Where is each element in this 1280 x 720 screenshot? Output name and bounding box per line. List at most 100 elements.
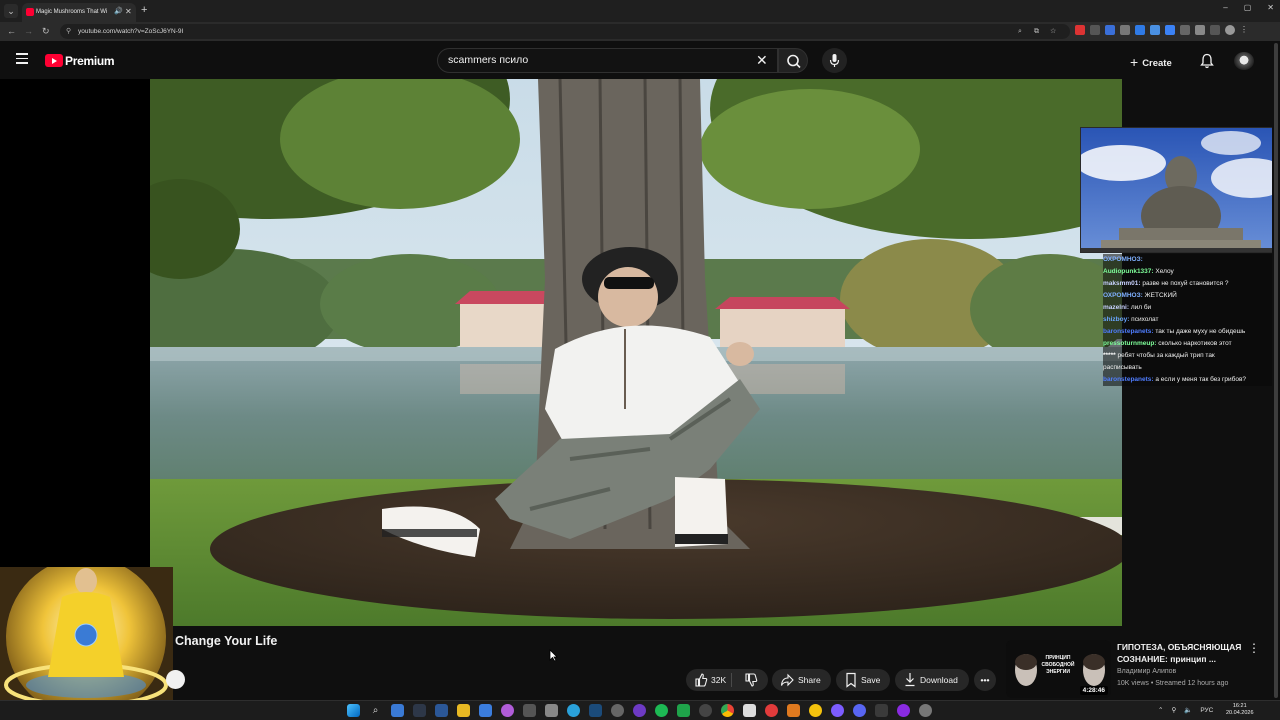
browser-menu-icon[interactable]: ⋮ [1240,25,1250,35]
volume-icon[interactable]: 🔈 [1184,705,1192,716]
address-bar[interactable]: ⚲ youtube.com/watch?v=ZoScJ6YN-9I ⌕ ⧉ ☆ [60,24,1070,39]
recommendation-channel[interactable]: Владимир Алипов [1117,668,1176,675]
browser-tab[interactable]: Magic Mushrooms That Wi 🔊 ✕ [22,3,136,22]
extension-icon[interactable] [1180,25,1190,35]
channel-avatar[interactable] [166,670,185,689]
minimize-button[interactable]: – [1223,3,1227,12]
app-icon[interactable] [545,704,558,717]
new-tab-button[interactable]: + [141,3,147,17]
chrome-icon[interactable] [721,704,734,717]
puzzle-icon[interactable] [1195,25,1205,35]
video-scene-image [150,79,1122,626]
search-box[interactable]: scammers псило ✕ [437,48,778,73]
widgets-icon[interactable] [391,704,404,717]
extension-icon[interactable] [1165,25,1175,35]
app-icon[interactable] [743,704,756,717]
zoom-icon[interactable]: ⌕ [1018,26,1022,37]
taskbar-clock[interactable]: 16:21 20.04.2026 [1226,703,1254,717]
clear-search-icon[interactable]: ✕ [756,52,768,68]
extension-icon[interactable] [1150,25,1160,35]
like-count[interactable]: 32K [711,669,726,691]
file-explorer-icon[interactable] [457,704,470,717]
maximize-button[interactable]: ▢ [1244,3,1252,12]
save-button[interactable]: Save [836,669,890,691]
tab-search-chevron-icon[interactable]: ⌄ [4,4,18,18]
extension-icon[interactable] [1120,25,1130,35]
taskbar-apps: ⌕ [347,704,932,717]
search-icon [787,54,801,69]
extension-icon[interactable] [1090,25,1100,35]
profile-icon[interactable] [1225,25,1235,35]
notifications-bell-icon[interactable] [1200,53,1214,74]
chat-username: baronstepanets: [1103,376,1156,383]
back-arrow-icon[interactable]: ← [7,25,16,37]
sidebar-icon[interactable] [1210,25,1220,35]
chat-username: ОХРОМНОЗ: [1103,292,1145,299]
app-icon[interactable] [809,704,822,717]
extension-icon[interactable] [1105,25,1115,35]
discord-icon[interactable] [853,704,866,717]
voice-search-button[interactable] [822,48,847,73]
network-icon[interactable]: ⚲ [1171,705,1176,716]
close-window-button[interactable]: ✕ [1267,3,1274,12]
tray-chevron-icon[interactable]: ⌃ [1158,705,1163,716]
recommendation-meta: 10K views • Streamed 12 hours ago [1117,680,1229,687]
language-indicator[interactable]: РУС [1200,705,1213,716]
video-frame[interactable] [150,79,1122,626]
reload-icon[interactable]: ↻ [42,25,50,37]
app-icon[interactable] [699,704,712,717]
forward-arrow-icon[interactable]: → [24,25,33,37]
search-input[interactable]: scammers псило [448,54,528,66]
chat-text: лил би [1130,304,1152,311]
app-icon[interactable] [897,704,910,717]
clock-time: 16:21 [1232,703,1247,709]
app-icon[interactable] [435,704,448,717]
app-icon[interactable] [765,704,778,717]
page-scrollbar[interactable] [1272,41,1280,700]
cast-icon[interactable]: ⧉ [1034,26,1039,37]
thumbs-up-icon[interactable] [694,669,708,699]
app-icon[interactable] [677,704,690,717]
tab-title: Magic Mushrooms That Wi [36,9,108,15]
browser-toolbar: ← → ↻ ⚲ youtube.com/watch?v=ZoScJ6YN-9I … [0,22,1280,41]
more-actions-button[interactable]: ••• [974,669,996,691]
settings-gear-icon[interactable] [919,704,932,717]
app-icon[interactable] [633,704,646,717]
app-icon[interactable] [523,704,536,717]
thumbs-down-icon[interactable] [744,669,758,699]
extension-icon[interactable] [1135,25,1145,35]
youtube-logo-icon[interactable] [45,54,63,67]
windows-start-icon[interactable] [347,704,360,717]
extension-icon[interactable] [1075,25,1085,35]
hamburger-menu-icon[interactable] [16,53,28,64]
search-icon[interactable]: ⌕ [369,704,382,717]
site-info-icon[interactable]: ⚲ [66,26,71,37]
tab-close-icon[interactable]: ✕ [125,6,132,18]
app-icon[interactable] [501,704,514,717]
mouse-cursor-icon [549,649,558,662]
create-button[interactable]: + Create [1130,51,1172,71]
telegram-icon[interactable] [567,704,580,717]
share-button[interactable]: Share [772,669,831,691]
steam-icon[interactable] [589,704,602,717]
download-button[interactable]: Download [895,669,969,691]
scrollbar-thumb[interactable] [1274,43,1278,698]
youtube-premium-label[interactable]: Premium [65,54,115,68]
download-icon [903,669,917,699]
recommendation-thumbnail[interactable]: ПРИНЦИП СВОБОДНОЙ ЭНЕРГИИ 4:28:46 [1006,640,1111,698]
app-icon[interactable] [875,704,888,717]
speaker-icon[interactable]: 🔊 [114,6,123,18]
recommendation-menu-icon[interactable]: ⋮ [1248,642,1260,654]
chat-message: baronstepanets: а если у меня так без гр… [1103,374,1280,386]
app-icon[interactable] [831,704,844,717]
user-avatar[interactable] [1234,52,1254,70]
search-button[interactable] [778,48,808,73]
app-icon[interactable] [611,704,624,717]
app-icon[interactable] [413,704,426,717]
app-icon[interactable] [479,704,492,717]
app-icon[interactable] [787,704,800,717]
like-divider [731,673,732,687]
bookmark-star-icon[interactable]: ☆ [1050,26,1056,37]
recommendation-title[interactable]: ГИПОТЕЗА, ОБЪЯСНЯЮЩАЯ СОЗНАНИЕ: принцип … [1117,641,1247,665]
spotify-icon[interactable] [655,704,668,717]
